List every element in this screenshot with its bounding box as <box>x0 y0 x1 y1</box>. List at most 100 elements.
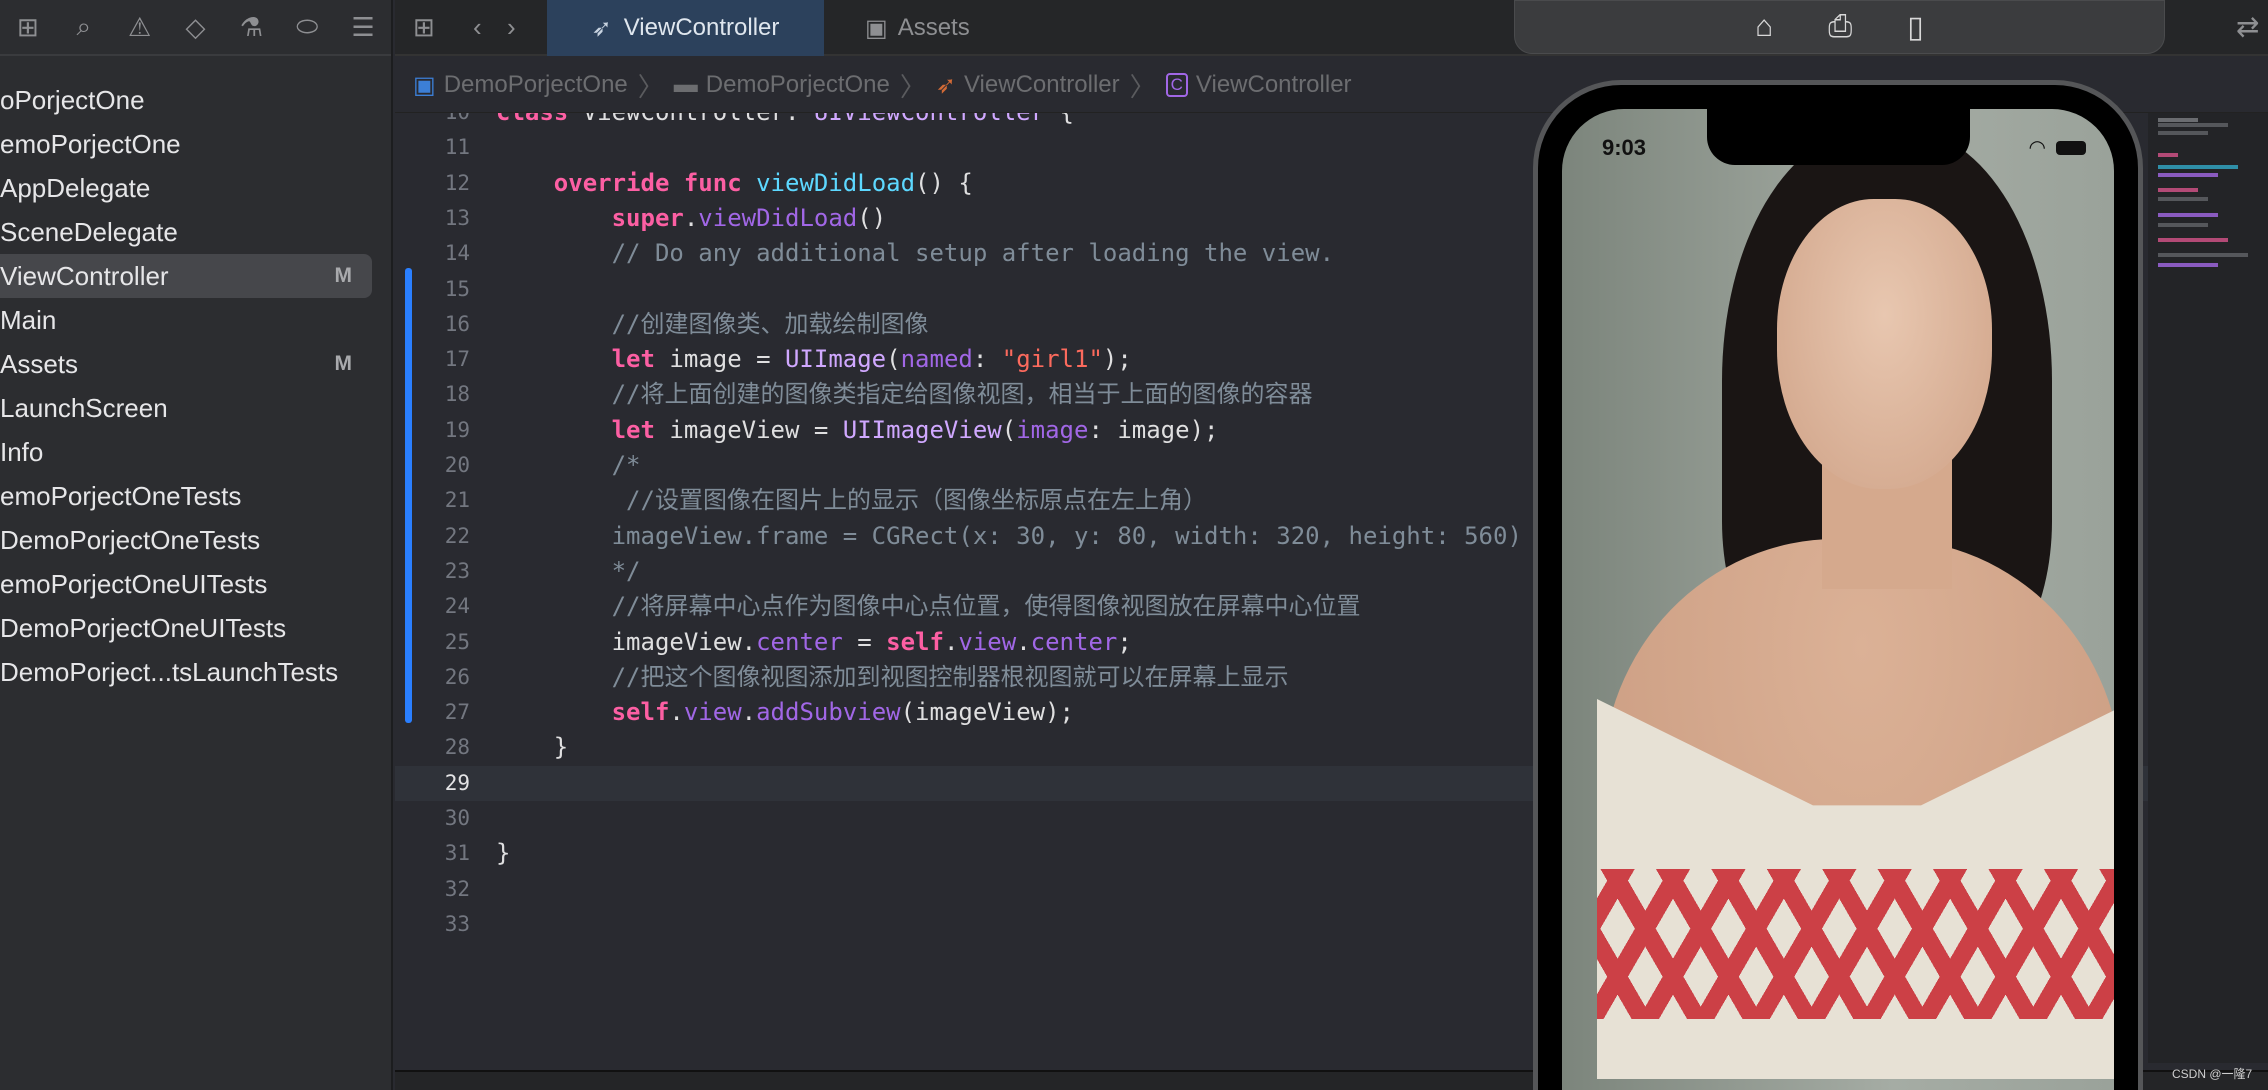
line-number: 15 <box>444 276 470 301</box>
grid-icon[interactable]: ⊞ <box>413 12 435 43</box>
breadcrumb-label: ViewController <box>963 71 1120 98</box>
code-text: // Do any additional setup after loading… <box>496 236 1334 271</box>
code-token: imageView.frame = CGRect(x: 30, y: 80, w… <box>496 521 1522 550</box>
class-icon: C <box>1165 73 1188 97</box>
line-number: 25 <box>444 629 470 654</box>
line-number: 22 <box>444 523 470 548</box>
code-token: : <box>972 345 1002 374</box>
code-token: } <box>496 733 569 762</box>
breadcrumb-project[interactable]: ▣ DemoPorjectOne <box>413 71 628 100</box>
code-token: { <box>1045 113 1074 126</box>
code-token: named <box>900 345 973 374</box>
home-icon[interactable]: ⌂ <box>1755 10 1773 44</box>
breadcrumb-file[interactable]: ➶ ViewController <box>936 71 1120 100</box>
sidebar-item-label: DemoPorjectOneUITests <box>0 613 287 643</box>
minimap-line <box>2158 253 2248 257</box>
sidebar-item[interactable]: emoPorjectOneTests <box>0 474 372 518</box>
line-number: 32 <box>444 876 470 901</box>
line-number: 18 <box>444 382 470 407</box>
sidebar-item[interactable]: Main <box>0 298 372 342</box>
warning-icon[interactable]: ⚠ <box>112 0 168 55</box>
line-number: 29 <box>444 770 470 795</box>
minimap-line <box>2158 131 2208 135</box>
line-number: 21 <box>444 488 470 513</box>
chevron-right-icon: 〉 <box>637 71 664 102</box>
search-icon[interactable]: ⌕ <box>56 0 112 55</box>
sidebar-item-label: emoPorjectOneUITests <box>0 569 268 599</box>
rotate-icon[interactable]: ▯ <box>1907 10 1924 45</box>
project-navigator: ⊞ ⌕ ⚠ ◇ ⚗ ⬭ ☰ oPorjectOne emoPorjectOne Ap… <box>0 0 393 1090</box>
code-token: viewDidLoad <box>698 203 858 232</box>
hierarchy-icon[interactable]: ⊞ <box>0 0 56 55</box>
line-number: 30 <box>444 806 470 830</box>
code-token: UIViewController <box>814 113 1045 126</box>
sidebar-item[interactable]: emoPorjectOneUITests <box>0 562 372 606</box>
code-token: . <box>1016 627 1031 656</box>
code-token: override func <box>553 168 757 197</box>
code-token: . <box>741 698 757 727</box>
code-token: super <box>611 203 684 232</box>
minimap-line <box>2158 173 2218 177</box>
code-text: let imageView = UIImageView(image: image… <box>496 413 1219 448</box>
line-number: 10 <box>395 113 470 130</box>
breakpoint-icon[interactable]: ⬭ <box>279 0 335 55</box>
code-token: let <box>611 345 670 374</box>
sidebar-item[interactable]: SceneDelegate <box>0 210 372 254</box>
sidebar-item[interactable]: emoPorjectOne <box>0 122 372 166</box>
modified-badge: M <box>334 264 353 287</box>
line-number: 16 <box>444 311 470 336</box>
sidebar-item[interactable]: DemoPorjectOneTests <box>0 518 372 562</box>
sidebar-item[interactable]: DemoPorjectOneUITests <box>0 606 372 650</box>
sidebar-item-label: SceneDelegate <box>0 217 178 247</box>
code-token: /* <box>496 451 641 479</box>
report-icon[interactable]: ☰ <box>335 0 391 55</box>
code-text: imageView.center = self.view.center; <box>496 625 1132 660</box>
code-token: image = <box>669 345 785 374</box>
code-token: view <box>958 627 1017 656</box>
code-token: ( <box>886 345 901 374</box>
code-text: self.view.addSubview(imageView); <box>496 695 1074 730</box>
screenshot-icon[interactable]: ⎙ <box>1828 10 1852 44</box>
sidebar-item[interactable]: Assets M <box>0 342 372 386</box>
code-token: //把这个图像视图添加到视图控制器根视图就可以在屏幕上显示 <box>496 662 1289 691</box>
sidebar-item-label: emoPorjectOneTests <box>0 481 242 511</box>
debug-spray-icon[interactable]: ⚗ <box>223 0 279 55</box>
code-token: } <box>496 839 511 868</box>
forward-chevron-icon[interactable]: › <box>507 12 516 43</box>
code-token: ; <box>1117 627 1132 656</box>
sidebar-item[interactable]: LaunchScreen <box>0 386 372 430</box>
code-token: . <box>683 203 699 232</box>
line-number: 17 <box>444 347 470 372</box>
line-number: 28 <box>444 735 470 760</box>
line-number: 23 <box>444 558 470 583</box>
sidebar-item-label: DemoPorjectOneTests <box>0 525 261 555</box>
code-text: */ <box>496 554 641 589</box>
sidebar-item-label: oPorjectOne <box>0 85 145 115</box>
sidebar-item[interactable]: DemoPorject...tsLaunchTests <box>0 650 372 694</box>
breadcrumb-class[interactable]: C ViewController <box>1165 71 1352 99</box>
chevron-right-icon: 〉 <box>899 71 926 102</box>
breadcrumb-folder[interactable]: ▬ DemoPorjectOne <box>674 71 890 99</box>
back-chevron-icon[interactable]: ‹ <box>473 12 482 43</box>
tab-assets[interactable]: ▣ Assets <box>865 0 970 56</box>
minimap-line <box>2158 118 2198 122</box>
line-number: 12 <box>444 170 470 195</box>
code-token: view <box>683 698 742 727</box>
status-time: 9:03 <box>1602 135 1647 160</box>
test-diamond-icon[interactable]: ◇ <box>168 0 224 55</box>
breadcrumb-label: DemoPorjectOne <box>705 71 890 98</box>
code-token: UIImageView <box>842 415 1002 444</box>
sidebar-item[interactable]: Info <box>0 430 372 474</box>
sidebar-item[interactable]: ViewController M <box>0 254 372 298</box>
sidebar-item[interactable]: AppDelegate <box>0 166 372 210</box>
simulator-screen[interactable]: 9:03 ◠ <box>1562 109 2114 1090</box>
minimap-line <box>2158 223 2208 227</box>
notch <box>1707 109 1970 165</box>
swift-icon: ➶ <box>591 14 612 42</box>
tab-viewcontroller[interactable]: ➶ ViewController <box>547 0 824 56</box>
line-number: 20 <box>444 453 470 477</box>
swap-icon[interactable]: ⇄ <box>2236 10 2259 43</box>
minimap[interactable] <box>2148 113 2268 1063</box>
sidebar-item[interactable]: oPorjectOne <box>0 78 372 122</box>
